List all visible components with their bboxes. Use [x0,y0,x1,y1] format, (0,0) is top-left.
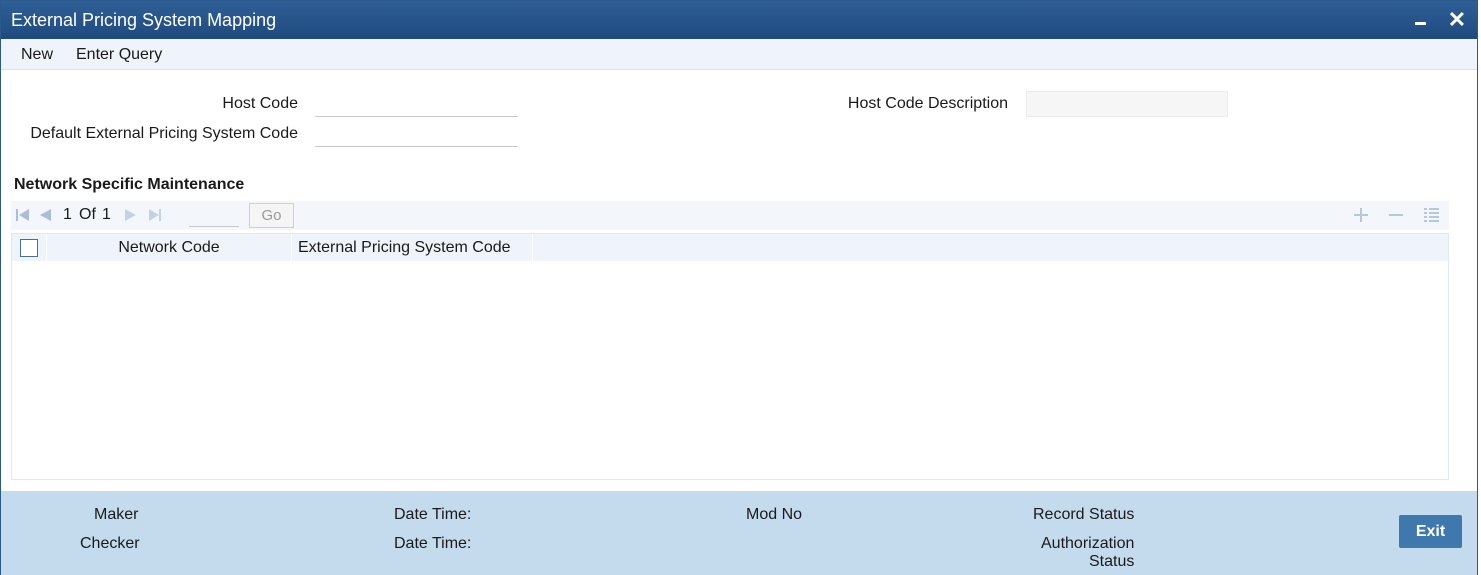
column-header-network-code[interactable]: Network Code [47,234,292,261]
window-title: External Pricing System Mapping [11,10,277,30]
previous-page-icon[interactable] [39,208,53,222]
go-button[interactable]: Go [249,203,294,228]
host-code-description-label: Host Code Description [847,95,1008,112]
default-ext-pricing-input[interactable] [315,121,518,147]
default-ext-pricing-label: Default External Pricing System Code [30,125,298,142]
select-all-cell [12,234,47,261]
page-number-input[interactable] [189,203,239,227]
record-status-label: Record Status [1033,506,1135,523]
exit-button[interactable]: Exit [1399,515,1462,548]
grid-header: Network Code External Pricing System Cod… [12,234,1448,261]
host-code-input[interactable] [315,91,518,117]
remove-row-icon[interactable] [1386,205,1406,225]
audit-footer: Maker Checker Date Time: Date Time: Mod … [1,491,1477,575]
host-code-description-field [1026,91,1228,117]
add-row-icon[interactable] [1351,205,1371,225]
title-bar: External Pricing System Mapping ✕ [1,1,1477,39]
current-page: 1 [63,206,72,223]
next-page-icon[interactable] [124,208,138,222]
column-header-ext-pricing-code[interactable]: External Pricing System Code [292,234,533,261]
checker-datetime-label: Date Time: [394,535,472,552]
menu-bar: New Enter Query [1,39,1477,70]
maker-label: Maker [94,506,139,523]
host-code-label: Host Code [222,95,298,112]
authorization-status-label: Status [1089,553,1135,570]
maker-datetime-label: Date Time: [394,506,472,523]
close-icon[interactable]: ✕ [1444,7,1470,33]
first-page-icon[interactable] [16,208,30,222]
mod-no-label: Mod No [746,506,803,523]
select-all-checkbox[interactable] [20,239,38,257]
enter-query-menu-item[interactable]: Enter Query [76,46,162,64]
app-window: External Pricing System Mapping ✕ New En… [0,0,1478,575]
authorization-label: Authorization [1041,535,1135,552]
page-of-label: Of [79,206,96,223]
checker-label: Checker [80,535,140,552]
grid-toolbar: 1 Of 1 Go [11,201,1449,230]
minimize-icon[interactable] [1408,7,1434,33]
new-menu-item[interactable]: New [21,46,53,64]
total-pages: 1 [102,206,111,223]
network-grid: Network Code External Pricing System Cod… [11,233,1449,480]
last-page-icon[interactable] [149,208,163,222]
network-section-title: Network Specific Maintenance [14,176,245,193]
single-view-list-icon[interactable] [1422,205,1442,225]
